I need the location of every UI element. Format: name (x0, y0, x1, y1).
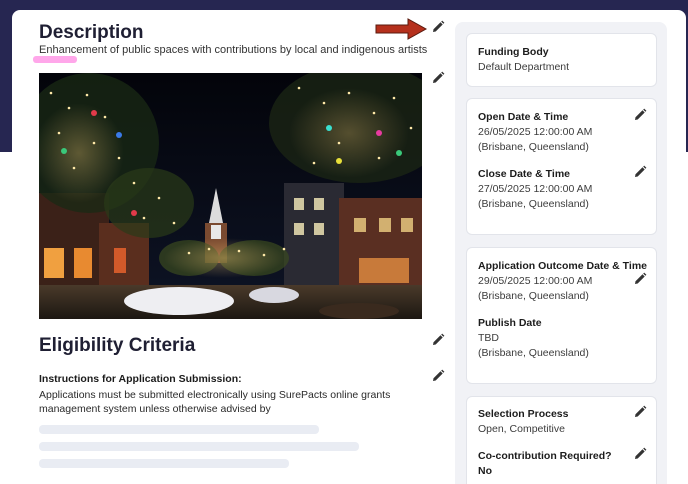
arrow-annotation-icon (374, 18, 428, 40)
open-date-value: 26/05/2025 12:00:00 AM (478, 126, 593, 138)
outcome-date-label: Application Outcome Date & Time (478, 260, 647, 272)
publish-date-timezone: (Brisbane, Queensland) (478, 347, 589, 359)
funding-body-label: Funding Body (478, 46, 549, 58)
outcome-date-timezone: (Brisbane, Queensland) (478, 290, 589, 302)
publish-date-value: TBD (478, 332, 499, 344)
open-date-label: Open Date & Time (478, 111, 569, 123)
edit-cocontribution-pencil-icon[interactable] (633, 447, 647, 461)
eligibility-heading: Eligibility Criteria (39, 335, 196, 356)
outcome-date-value: 29/05/2025 12:00:00 AM (478, 275, 593, 287)
edit-image-pencil-icon[interactable] (431, 71, 445, 85)
instructions-heading: Instructions for Application Submission: (39, 373, 242, 385)
edit-outcome-date-pencil-icon[interactable] (633, 272, 647, 286)
edit-eligibility-pencil-icon[interactable] (431, 333, 445, 347)
edit-open-date-pencil-icon[interactable] (633, 108, 647, 122)
edit-selection-process-pencil-icon[interactable] (633, 405, 647, 419)
funding-body-value: Default Department (478, 61, 570, 73)
edit-close-date-pencil-icon[interactable] (633, 165, 647, 179)
cocontribution-label: Co-contribution Required? (478, 450, 612, 462)
highlight-annotation (33, 56, 77, 63)
selection-process-value: Open, Competitive (478, 423, 565, 435)
open-date-timezone: (Brisbane, Queensland) (478, 141, 589, 153)
cocontribution-value: No (478, 465, 492, 477)
selection-process-label: Selection Process (478, 408, 569, 420)
close-date-timezone: (Brisbane, Queensland) (478, 198, 589, 210)
publish-date-label: Publish Date (478, 317, 542, 329)
close-date-value: 27/05/2025 12:00:00 AM (478, 183, 593, 195)
close-date-label: Close Date & Time (478, 168, 571, 180)
faded-text-line (39, 442, 359, 451)
faded-text-line (39, 459, 289, 468)
edit-description-title-pencil-icon[interactable] (431, 20, 445, 34)
grant-hero-image (39, 73, 422, 319)
instructions-text: Applications must be submitted electroni… (39, 389, 391, 415)
faded-text-line (39, 425, 319, 434)
description-text: Enhancement of public spaces with contri… (39, 44, 428, 56)
description-heading: Description (39, 22, 144, 43)
edit-instructions-pencil-icon[interactable] (431, 369, 445, 383)
